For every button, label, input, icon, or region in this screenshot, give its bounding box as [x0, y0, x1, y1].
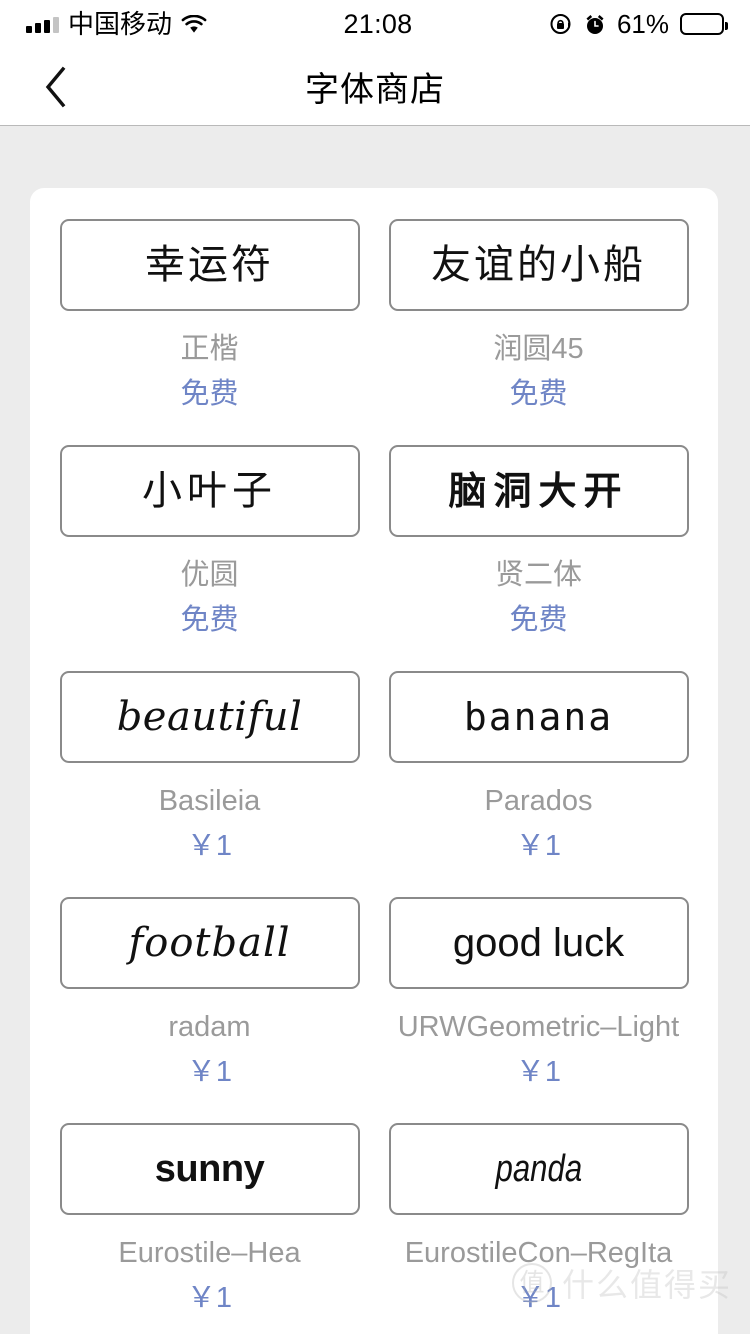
font-preview-box[interactable]: sunny	[59, 1123, 360, 1215]
font-preview-text: good luck	[452, 921, 625, 965]
phone-screen: 中国移动 21:08 61% 字体商店 幸运符 正楷 免费 友谊的小船 润圆45…	[0, 0, 750, 1334]
rotation-lock-icon	[549, 12, 573, 36]
font-preview-box[interactable]: 幸运符	[59, 219, 360, 311]
font-preview-box[interactable]: beautiful	[59, 671, 360, 763]
font-price-label[interactable]: ￥1	[187, 1284, 232, 1313]
font-preview-box[interactable]: 友谊的小船	[388, 219, 689, 311]
alarm-clock-icon	[584, 13, 606, 36]
font-name-label: Basileia	[158, 785, 261, 817]
font-price-label[interactable]: 免费	[509, 606, 567, 635]
font-price-label[interactable]: 免费	[180, 606, 238, 635]
font-preview-text: beautiful	[116, 694, 303, 740]
font-item[interactable]: beautiful Basileia ￥1	[59, 671, 374, 897]
font-preview-box[interactable]: good luck	[388, 897, 689, 989]
status-bar-left: 中国移动	[26, 11, 207, 37]
page-title: 字体商店	[305, 71, 445, 109]
font-name-label: 贤二体	[494, 559, 582, 591]
font-price-label[interactable]: ￥1	[516, 1058, 561, 1087]
font-preview-box[interactable]: football	[59, 897, 360, 989]
signal-bars-icon	[26, 16, 59, 33]
font-grid: 幸运符 正楷 免费 友谊的小船 润圆45 免费 小叶子 优圆 免费 脑洞大开 贤…	[30, 219, 718, 1334]
font-item[interactable]: sunny Eurostile–Hea ￥1	[59, 1123, 374, 1334]
font-item[interactable]: 小叶子 优圆 免费	[59, 445, 374, 671]
font-preview-text: 幸运符	[145, 242, 274, 287]
font-preview-box[interactable]: banana	[388, 671, 689, 763]
wifi-icon	[181, 14, 207, 34]
status-bar: 中国移动 21:08 61%	[0, 0, 750, 48]
font-name-label: URWGeometric–Light	[397, 1011, 680, 1043]
font-preview-text: football	[128, 920, 291, 966]
font-preview-text: banana	[463, 695, 614, 739]
content-area[interactable]: 幸运符 正楷 免费 友谊的小船 润圆45 免费 小叶子 优圆 免费 脑洞大开 贤…	[0, 127, 750, 1334]
font-name-label: 优圆	[180, 559, 239, 591]
font-preview-text: 小叶子	[142, 468, 277, 514]
font-list-card: 幸运符 正楷 免费 友谊的小船 润圆45 免费 小叶子 优圆 免费 脑洞大开 贤…	[30, 188, 718, 1334]
font-name-label: radam	[168, 1011, 251, 1043]
font-price-label[interactable]: ￥1	[516, 832, 561, 861]
font-price-label[interactable]: ￥1	[187, 832, 232, 861]
font-name-label: EurostileCon–RegIta	[404, 1237, 673, 1269]
font-preview-text: sunny	[154, 1148, 265, 1190]
font-name-label: 正楷	[180, 333, 239, 365]
nav-bar: 字体商店	[0, 48, 750, 126]
font-price-label[interactable]: 免费	[180, 380, 238, 409]
back-button[interactable]	[28, 59, 84, 115]
battery-percent-label: 61%	[616, 9, 669, 39]
carrier-label: 中国移动	[68, 9, 173, 39]
font-item[interactable]: 幸运符 正楷 免费	[59, 219, 374, 445]
font-price-label[interactable]: ￥1	[516, 1284, 561, 1313]
font-item[interactable]: 友谊的小船 润圆45 免费	[374, 219, 689, 445]
battery-icon	[680, 13, 728, 35]
font-preview-box[interactable]: 脑洞大开	[388, 445, 689, 537]
status-bar-center: 21:08	[207, 8, 549, 39]
chevron-left-icon	[45, 66, 66, 107]
font-preview-text: 友谊的小船	[431, 242, 646, 288]
font-preview-text: 脑洞大开	[448, 469, 629, 513]
font-item[interactable]: banana Parados ￥1	[374, 671, 689, 897]
clock-label: 21:08	[343, 8, 413, 39]
font-item[interactable]: panda EurostileCon–RegIta ￥1	[374, 1123, 689, 1334]
font-price-label[interactable]: ￥1	[187, 1058, 232, 1087]
font-item[interactable]: football radam ￥1	[59, 897, 374, 1123]
font-preview-box[interactable]: panda	[388, 1123, 689, 1215]
font-item[interactable]: 脑洞大开 贤二体 免费	[374, 445, 689, 671]
font-preview-box[interactable]: 小叶子	[59, 445, 360, 537]
status-bar-right: 61%	[549, 9, 728, 39]
font-item[interactable]: good luck URWGeometric–Light ￥1	[374, 897, 689, 1123]
font-name-label: Parados	[484, 785, 593, 817]
font-preview-text: panda	[495, 1148, 582, 1190]
font-price-label[interactable]: 免费	[509, 380, 567, 409]
font-name-label: 润圆45	[493, 333, 584, 365]
font-name-label: Eurostile–Hea	[118, 1237, 301, 1269]
